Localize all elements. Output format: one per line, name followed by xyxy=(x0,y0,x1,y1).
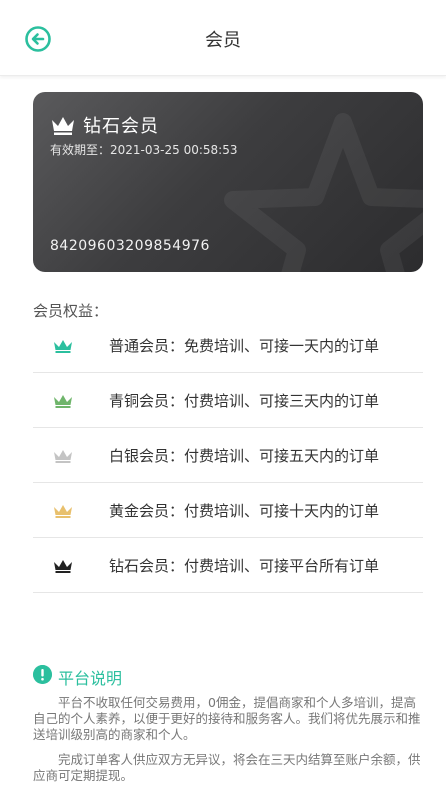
list-item-label: 青铜会员：付费培训、可接三天内的订单 xyxy=(109,392,380,410)
list-item-label: 钻石会员：付费培训、可接平台所有订单 xyxy=(109,557,380,575)
list-item: 钻石会员：付费培训、可接平台所有订单 xyxy=(33,538,423,593)
expiry-label: 有效期至： xyxy=(50,143,111,157)
expiry-date: 有效期至：2021-03-25 00:58:53 xyxy=(50,141,237,158)
notice-title: 平台说明 xyxy=(58,669,123,688)
notice-paragraph: 完成订单客人供应双方无异议，将会在三天内结算至账户余额，供应商可定期提现。 xyxy=(33,752,421,783)
exclamation-icon xyxy=(33,665,52,684)
crown-icon xyxy=(54,340,72,353)
list-item-label: 白银会员：付费培训、可接五天内的订单 xyxy=(109,447,380,465)
list-item: 白银会员：付费培训、可接五天内的订单 xyxy=(33,428,423,483)
notice-paragraph: 平台不收取任何交易费用，0佣金，提倡商家和个人多培训，提高自己的个人素养，以便于… xyxy=(33,695,421,742)
member-level: 钻石会员 xyxy=(83,116,159,137)
page-title: 会员 xyxy=(205,30,241,51)
list-item: 黄金会员：付费培训、可接十天内的订单 xyxy=(33,483,423,538)
rights-list: 普通会员：免费培训、可接一天内的订单 青铜会员：付费培训、可接三天内的订单 白银… xyxy=(33,318,423,593)
crown-icon xyxy=(54,450,72,463)
list-item-label: 普通会员：免费培训、可接一天内的订单 xyxy=(109,337,380,355)
list-item-label: 黄金会员：付费培训、可接十天内的订单 xyxy=(109,502,380,520)
card-number: 84209603209854976 xyxy=(50,238,210,254)
expiry-value: 2021-03-25 00:58:53 xyxy=(110,143,238,157)
crown-icon xyxy=(54,505,72,518)
star-watermark-icon xyxy=(224,113,423,272)
list-item: 青铜会员：付费培训、可接三天内的订单 xyxy=(33,373,423,428)
crown-icon xyxy=(54,395,72,408)
top-bar: 会员 xyxy=(0,0,446,76)
membership-card: 钻石会员 有效期至：2021-03-25 00:58:53 8420960320… xyxy=(33,92,423,272)
list-item: 普通会员：免费培训、可接一天内的订单 xyxy=(33,318,423,373)
crown-icon xyxy=(54,560,72,573)
crown-icon xyxy=(52,117,74,135)
